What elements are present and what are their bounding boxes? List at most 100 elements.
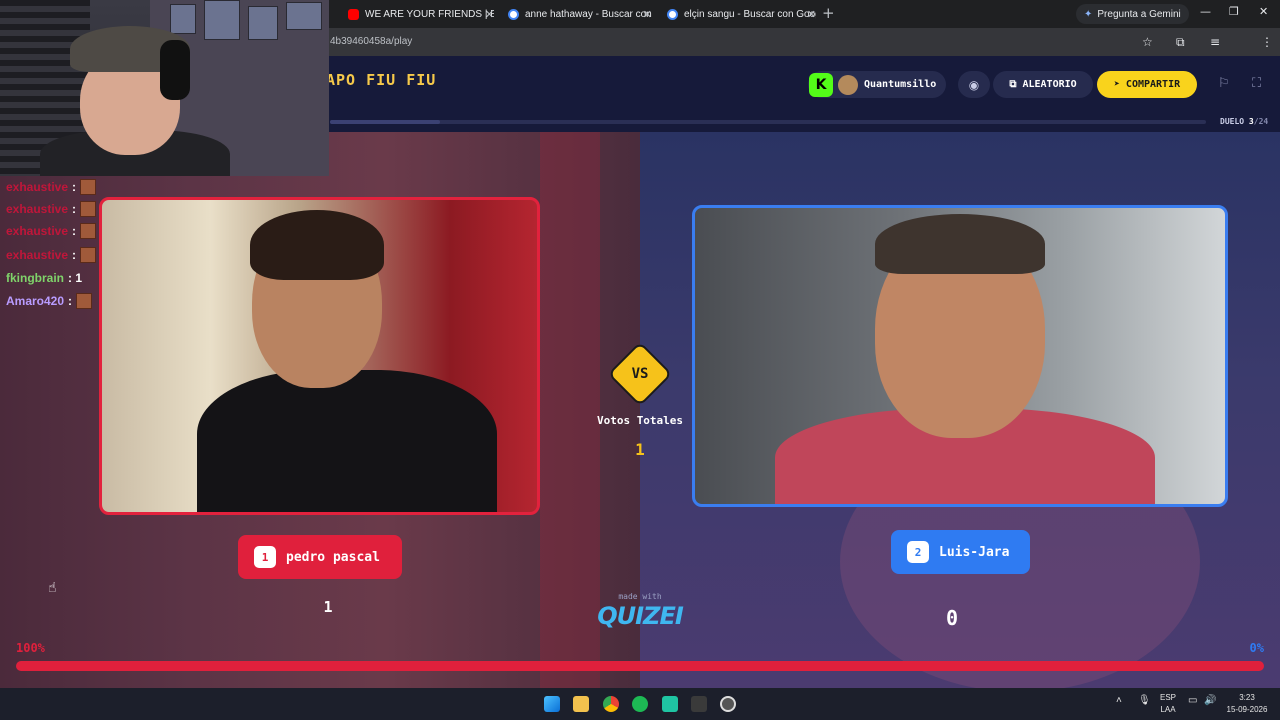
close-tab-icon[interactable]: ✕ [643, 8, 652, 21]
chat-text: : 1 [68, 271, 83, 285]
chat-user: exhaustive [6, 224, 69, 238]
screen: WE ARE YOUR FRIENDS | Emily ✕ anne hatha… [0, 0, 1280, 720]
app-icon[interactable] [691, 696, 707, 712]
chat-user: fkingbrain [6, 271, 65, 285]
chat-user: Amaro420 [6, 294, 65, 308]
total-votes-value: 1 [635, 440, 645, 459]
streamer-webcam [0, 0, 329, 176]
shuffle-icon: ⧉ [1009, 79, 1017, 90]
hand-cursor-icon: ☝ [48, 580, 57, 596]
tray-overflow-icon[interactable]: ˄ [1116, 695, 1122, 706]
clock-date: 15-09-2026 [1226, 705, 1268, 714]
duel-progress-track [330, 120, 1206, 124]
percent-right: 0% [1249, 641, 1264, 655]
quizei-logo[interactable]: QUIZEI [596, 602, 684, 630]
obs-icon[interactable] [720, 696, 736, 712]
file-explorer-icon[interactable] [573, 696, 589, 712]
eye-icon: ◉ [968, 77, 980, 92]
option-card-right[interactable] [692, 205, 1228, 507]
option-label-right: Luis-Jara [939, 544, 1010, 560]
streaming-app-icon[interactable] [662, 696, 678, 712]
windows-start-icon[interactable] [544, 696, 560, 712]
webcam-headphones [160, 40, 190, 100]
share-label: COMPARTIR [1125, 79, 1181, 90]
view-button[interactable]: ◉ [958, 71, 990, 98]
avatar [838, 74, 858, 95]
chat-message: exhaustive : [6, 200, 97, 218]
chrome-icon[interactable] [603, 696, 619, 712]
close-window-icon[interactable]: ✕ [1259, 5, 1268, 18]
microphone-icon[interactable]: 🎙 [1138, 695, 1151, 706]
google-icon [667, 8, 678, 20]
webcam-poster [204, 0, 240, 40]
duel-counter: DUELO 3/24 [1220, 117, 1268, 126]
extensions-icon[interactable]: ⧉ [1176, 35, 1185, 50]
close-tab-icon[interactable]: ✕ [485, 8, 494, 21]
flag-icon[interactable]: ⚐ [1218, 76, 1230, 91]
chat-text: : [72, 224, 77, 238]
lang-code: ESP [1159, 693, 1176, 702]
input-language[interactable]: ESP LAA [1156, 692, 1180, 716]
votes-right: 0 [945, 606, 959, 630]
webcam-poster [286, 2, 322, 30]
option-card-left[interactable] [99, 197, 540, 515]
chat-user: exhaustive [6, 180, 69, 194]
random-button[interactable]: ⧉ ALEATORIO [993, 71, 1093, 98]
emote-icon [80, 247, 97, 263]
chat-user: exhaustive [6, 248, 69, 262]
youtube-icon [348, 8, 359, 20]
volume-icon[interactable]: 🔊 [1204, 695, 1216, 706]
windows-taskbar: ˄ 🎙 ESP LAA ▭ 🔊 3:23 15-09-2026 [0, 688, 1280, 720]
url-field[interactable]: 4b39460458a/play [330, 36, 412, 47]
clock[interactable]: 3:23 15-09-2026 [1222, 692, 1272, 716]
chat-text: : [72, 202, 77, 216]
gemini-label: Pregunta a Gemini [1097, 8, 1181, 20]
chat-text: : [72, 180, 77, 194]
webcam-poster [248, 6, 278, 40]
chat-message: exhaustive : [6, 246, 97, 264]
tab-label: elçin sangu - Buscar con Google [684, 8, 816, 20]
browser-tab-elcin-sangu[interactable]: elçin sangu - Buscar con Google ✕ [667, 4, 816, 24]
duel-total: /24 [1253, 117, 1269, 126]
option-index-left: 1 [254, 546, 276, 568]
restore-icon[interactable]: ❐ [1229, 5, 1239, 18]
username: Quantumsillo [864, 79, 937, 90]
vote-share-fill-left [16, 661, 1264, 671]
close-tab-icon[interactable]: ✕ [807, 8, 816, 21]
chat-text: : [68, 294, 73, 308]
option-label-left: pedro pascal [286, 549, 380, 565]
spotify-icon[interactable] [632, 696, 648, 712]
total-votes-label: Votos Totales [596, 414, 684, 427]
option-index-right: 2 [907, 541, 929, 563]
portrait-hair [875, 214, 1045, 274]
made-with-label: made with [618, 592, 662, 601]
bookmark-star-icon[interactable]: ☆ [1142, 35, 1153, 49]
new-tab-button[interactable]: + [822, 4, 835, 22]
vote-share-bar [16, 661, 1264, 671]
option-name-left[interactable]: 1 pedro pascal [238, 535, 402, 579]
lang-layout: LAA [1160, 705, 1176, 714]
browser-menu-icon[interactable]: ⋮ [1261, 35, 1273, 49]
chat-text: : [72, 248, 77, 262]
vs-badge: VS [610, 344, 670, 404]
random-label: ALEATORIO [1022, 79, 1077, 90]
fullscreen-icon[interactable]: ⛶ [1252, 76, 1261, 91]
browser-tab-anne-hathaway[interactable]: anne hathaway - Buscar con Go ✕ [508, 4, 652, 24]
gemini-icon: ✦ [1084, 8, 1093, 20]
minimize-icon[interactable]: — [1200, 5, 1211, 18]
chat-message: exhaustive : [6, 222, 97, 240]
media-queue-icon[interactable]: ≡ [1210, 35, 1220, 49]
network-icon[interactable]: ▭ [1188, 695, 1197, 706]
tab-label: WE ARE YOUR FRIENDS | Emily [365, 8, 494, 20]
emote-icon [76, 293, 93, 309]
gemini-button[interactable]: ✦ Pregunta a Gemini [1076, 4, 1189, 24]
user-pill[interactable]: K Quantumsillo [808, 71, 946, 98]
browser-tab-youtube[interactable]: WE ARE YOUR FRIENDS | Emily ✕ [348, 4, 494, 24]
google-icon [508, 8, 519, 20]
tab-label: anne hathaway - Buscar con Go [525, 8, 652, 20]
chat-message: Amaro420 : [6, 292, 93, 310]
kick-badge-icon: K [809, 72, 833, 97]
share-button[interactable]: ➤ COMPARTIR [1097, 71, 1197, 98]
option-name-right[interactable]: 2 Luis-Jara [891, 530, 1030, 574]
send-icon: ➤ [1113, 79, 1120, 90]
